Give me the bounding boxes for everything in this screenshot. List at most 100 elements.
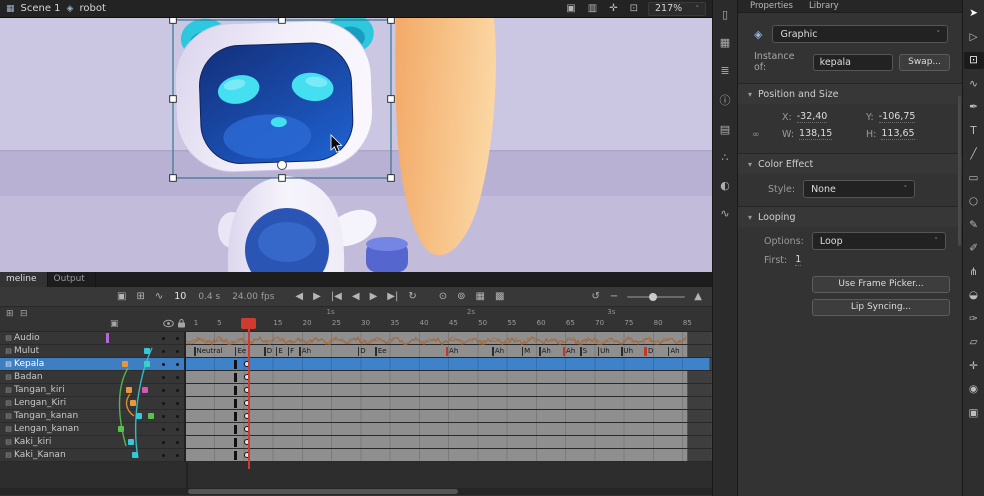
zoom-tool[interactable]: ◉ bbox=[964, 381, 984, 398]
frame-grid[interactable]: NeutralEeDEFAhDEeAhAhMAhAhSUhUhDAh bbox=[186, 332, 712, 462]
swap-button[interactable]: Swap... bbox=[899, 54, 950, 71]
selection-tool[interactable]: ➤ bbox=[964, 5, 984, 22]
layer-row[interactable]: ▤Tangan_kiri bbox=[0, 384, 184, 397]
panel-icon-device[interactable]: ▯ bbox=[722, 8, 728, 21]
frame-row[interactable] bbox=[186, 397, 712, 410]
next-frame-button[interactable]: ▶ bbox=[365, 291, 383, 302]
layer-row[interactable]: ▤Lengan_Kiri bbox=[0, 397, 184, 410]
play-button[interactable]: ▶ bbox=[308, 291, 326, 302]
camera-tool[interactable]: ▣ bbox=[964, 405, 984, 422]
panel-icon-library[interactable]: ▤ bbox=[720, 123, 730, 136]
rectangle-tool[interactable]: ▭ bbox=[964, 170, 984, 187]
frame-rate-value[interactable]: 24.00 fps bbox=[226, 292, 280, 302]
prev-frame-button[interactable]: ◀ bbox=[347, 291, 365, 302]
timeline-zoom-slider[interactable] bbox=[627, 296, 685, 298]
x-value[interactable]: -32,40 bbox=[797, 111, 828, 123]
frame-row[interactable] bbox=[186, 423, 712, 436]
oval-tool[interactable]: ○ bbox=[964, 193, 984, 210]
tab-timeline[interactable]: meline bbox=[0, 272, 48, 287]
color-effect-header[interactable]: ▾ Color Effect bbox=[738, 154, 962, 174]
playhead-handle[interactable] bbox=[241, 318, 256, 329]
parenting-view-icon[interactable]: ⊞ bbox=[131, 291, 149, 302]
lock-icon[interactable] bbox=[177, 318, 186, 328]
camera-toggle-icon[interactable]: ▣ bbox=[112, 291, 131, 302]
layer-visibility-dot[interactable] bbox=[156, 346, 170, 356]
current-frame-value[interactable]: 10 bbox=[168, 291, 192, 302]
link-dimensions-icon[interactable]: ∞ bbox=[752, 130, 760, 140]
layer-lock-dot[interactable] bbox=[170, 437, 184, 447]
go-first-frame-button[interactable]: |◀ bbox=[326, 291, 347, 302]
playhead-line[interactable] bbox=[248, 329, 250, 469]
free-transform-tool[interactable]: ⊡ bbox=[964, 52, 984, 69]
text-tool[interactable]: T bbox=[964, 123, 984, 140]
layer-visibility-dot[interactable] bbox=[156, 424, 170, 434]
fit-screen-icon[interactable]: ⊡ bbox=[630, 3, 638, 14]
layer-row[interactable]: ▤Mulut bbox=[0, 345, 184, 358]
use-frame-picker-button[interactable]: Use Frame Picker... bbox=[812, 276, 950, 293]
layer-visibility-dot[interactable] bbox=[156, 385, 170, 395]
loop-playback-button[interactable]: ↻ bbox=[403, 291, 421, 302]
onion-outline-icon[interactable]: ⊚ bbox=[452, 291, 470, 302]
hand-tool[interactable]: ✛ bbox=[964, 358, 984, 375]
reset-timeline-zoom-icon[interactable]: ↺ bbox=[587, 291, 605, 302]
symbol-type-select[interactable]: Graphic ˅ bbox=[772, 25, 948, 43]
lip-syncing-button[interactable]: Lip Syncing... bbox=[812, 299, 950, 316]
tab-output[interactable]: Output bbox=[48, 272, 96, 287]
layer-visibility-dot[interactable] bbox=[156, 333, 170, 343]
panel-icon-globe[interactable]: ◐ bbox=[720, 179, 730, 192]
onion-range-icon[interactable]: ▩ bbox=[490, 291, 509, 302]
frames-view-icon[interactable]: ▲ bbox=[689, 291, 712, 302]
frame-row[interactable] bbox=[186, 410, 712, 423]
layer-row[interactable]: ▤Kaki_kiri bbox=[0, 436, 184, 449]
panel-icon-brushes[interactable]: ∴ bbox=[722, 151, 729, 164]
brush-tool[interactable]: ✐ bbox=[964, 240, 984, 257]
subselection-tool[interactable]: ▷ bbox=[964, 29, 984, 46]
line-tool[interactable]: ╱ bbox=[964, 146, 984, 163]
layer-lock-dot[interactable] bbox=[170, 372, 184, 382]
looping-header[interactable]: ▾ Looping bbox=[738, 207, 962, 227]
scrollbar-thumb[interactable] bbox=[188, 489, 458, 494]
h-value[interactable]: 113,65 bbox=[881, 128, 914, 140]
layer-row[interactable]: ▤Lengan_kanan bbox=[0, 423, 184, 436]
frame-row[interactable] bbox=[186, 371, 712, 384]
panel-icon-align[interactable]: ≣ bbox=[720, 64, 729, 77]
panel-icon-graph[interactable]: ∿ bbox=[720, 207, 729, 220]
y-value[interactable]: -106,75 bbox=[879, 111, 916, 123]
step-back-button[interactable]: ◀ bbox=[290, 291, 308, 302]
layer-visibility-dot[interactable] bbox=[156, 411, 170, 421]
pen-tool[interactable]: ✒ bbox=[964, 99, 984, 116]
frame-row[interactable] bbox=[186, 332, 712, 345]
breadcrumb-symbol[interactable]: robot bbox=[79, 3, 105, 14]
tab-properties[interactable]: Properties bbox=[750, 1, 793, 11]
timeline-zoom-out-icon[interactable]: − bbox=[605, 291, 623, 302]
frame-row[interactable] bbox=[186, 384, 712, 397]
slider-thumb[interactable] bbox=[649, 293, 657, 301]
panel-icon-info[interactable]: ⓘ bbox=[720, 92, 731, 108]
layer-lock-dot[interactable] bbox=[170, 411, 184, 421]
panel-icon-swatches[interactable]: ▦ bbox=[720, 36, 730, 49]
instance-name-field[interactable]: kepala bbox=[813, 54, 893, 71]
center-stage-icon[interactable]: ✛ bbox=[609, 3, 617, 14]
first-frame-value[interactable]: 1 bbox=[795, 254, 801, 266]
delete-layer-icon[interactable]: ⊟ bbox=[20, 309, 28, 319]
loop-options-select[interactable]: Loop ˅ bbox=[812, 232, 946, 250]
layer-row[interactable]: ▤Audio bbox=[0, 332, 184, 345]
timeline-horizontal-scrollbar[interactable] bbox=[0, 488, 712, 495]
eye-icon[interactable] bbox=[163, 319, 174, 328]
layer-visibility-dot[interactable] bbox=[156, 437, 170, 447]
layer-lock-dot[interactable] bbox=[170, 424, 184, 434]
frame-ruler[interactable]: 1510152025303540455055606570758085 bbox=[188, 318, 712, 331]
layer-lock-dot[interactable] bbox=[170, 385, 184, 395]
frame-row[interactable] bbox=[186, 358, 712, 371]
layer-lock-dot[interactable] bbox=[170, 398, 184, 408]
stage-canvas[interactable] bbox=[0, 18, 712, 272]
eyedropper-tool[interactable]: ✑ bbox=[964, 311, 984, 328]
layer-visibility-dot[interactable] bbox=[156, 450, 170, 460]
lasso-tool[interactable]: ∿ bbox=[964, 76, 984, 93]
properties-scrollbar[interactable] bbox=[958, 96, 961, 246]
edit-multiple-frames-icon[interactable]: ▦ bbox=[471, 291, 490, 302]
paint-bucket-tool[interactable]: ◒ bbox=[964, 287, 984, 304]
layer-visibility-dot[interactable] bbox=[156, 372, 170, 382]
layer-camera-icon[interactable]: ▣ bbox=[110, 319, 119, 329]
layer-visibility-dot[interactable] bbox=[156, 398, 170, 408]
